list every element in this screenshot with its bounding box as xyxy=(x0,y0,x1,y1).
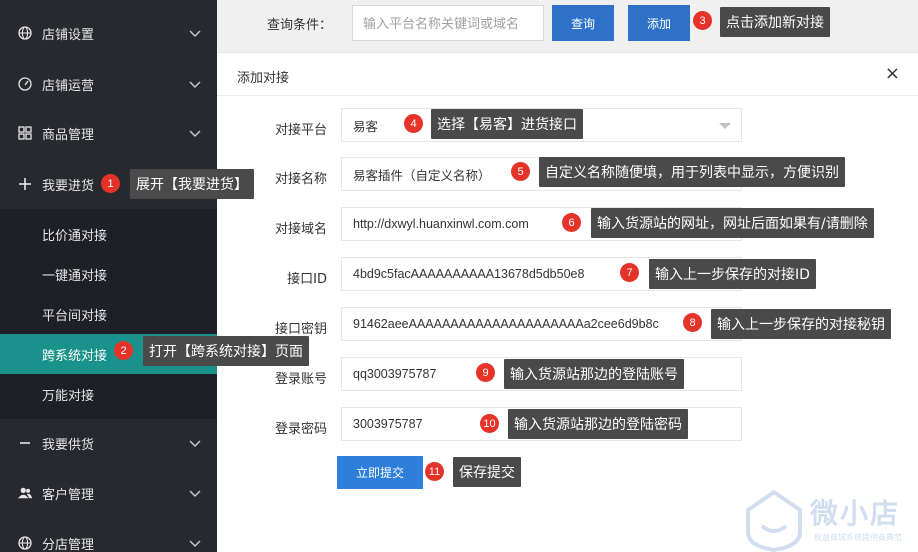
subitem-label: 平台间对接 xyxy=(42,308,108,324)
step-tip: 打开【跨系统对接】页面 xyxy=(143,336,309,366)
field-label-account: 登录账号 xyxy=(274,372,327,387)
nav-label: 商品管理 xyxy=(42,127,95,143)
nav-item-customer-management[interactable]: 客户管理 xyxy=(0,471,217,515)
api-key-field[interactable]: 91462aeeAAAAAAAAAAAAAAAAAAAAAa2cee6d9b8c xyxy=(341,307,742,341)
submit-button[interactable]: 立即提交 xyxy=(337,456,423,489)
step-badge: 8 xyxy=(683,313,702,332)
plus-icon xyxy=(18,177,32,191)
search-button[interactable]: 查询 xyxy=(552,5,614,41)
query-label: 查询条件： xyxy=(267,18,333,33)
nav-item-store-settings[interactable]: 店铺设置 xyxy=(0,11,217,55)
query-input[interactable] xyxy=(352,5,544,41)
subitem-label: 跨系统对接 xyxy=(42,348,108,364)
subitem-label: 万能对接 xyxy=(42,388,95,404)
field-value: qq3003975787 xyxy=(353,367,437,381)
step-tip: 输入上一步保存的对接ID xyxy=(649,259,816,289)
field-value: 4bd9c5facAAAAAAAAAA13678d5db50e8 xyxy=(353,267,585,281)
field-value: http://dxwyl.huanxinwl.com.com xyxy=(353,217,529,231)
platform-value: 易客 xyxy=(353,119,379,134)
nav-label: 我要进货 xyxy=(42,178,95,194)
subitem-yijiantong[interactable]: 一键通对接 xyxy=(0,254,217,294)
nav-label: 我要供货 xyxy=(42,437,95,453)
subitem-label: 比价通对接 xyxy=(42,228,108,244)
nav-label: 店铺设置 xyxy=(42,27,95,43)
modal-header: 添加对接 × xyxy=(217,53,918,96)
sidebar: 店铺设置 店铺运营 商品管理 我要进货 比价通对接 一键通对接 平台间对接 跨系… xyxy=(0,0,217,552)
watermark-subtext: 权益商城系统提供商典范 xyxy=(814,533,902,542)
subitem-platform[interactable]: 平台间对接 xyxy=(0,294,217,334)
nav-item-store-operation[interactable]: 店铺运营 xyxy=(0,62,217,106)
chevron-down-icon xyxy=(189,78,201,93)
step-tip: 输入货源站那边的登陆账号 xyxy=(504,359,684,389)
field-label-api-key: 接口密钥 xyxy=(274,322,327,337)
step-tip: 输入上一步保存的对接秘钥 xyxy=(711,309,891,339)
step-tip: 选择【易客】进货接口 xyxy=(431,109,583,139)
field-label-password: 登录密码 xyxy=(274,422,327,437)
nav-label: 店铺运营 xyxy=(42,78,95,94)
step-badge: 9 xyxy=(476,363,495,382)
grid-icon xyxy=(18,126,32,140)
nav-label: 客户管理 xyxy=(42,487,95,503)
field-label-platform: 对接平台 xyxy=(274,123,327,138)
watermark-logo: 微小店 权益商城系统提供商典范 xyxy=(742,488,918,552)
chevron-down-icon xyxy=(189,537,201,552)
close-icon[interactable]: × xyxy=(885,65,900,83)
nav-item-product-management[interactable]: 商品管理 xyxy=(0,111,217,155)
step-badge: 2 xyxy=(114,341,133,360)
step-tip: 展开【我要进货】 xyxy=(130,169,254,199)
step-badge: 5 xyxy=(511,162,530,181)
users-icon xyxy=(18,486,32,500)
watermark-text: 微小店 xyxy=(810,497,901,530)
nav-label: 分店管理 xyxy=(42,537,95,552)
step-badge: 6 xyxy=(562,213,581,232)
field-value: 91462aeeAAAAAAAAAAAAAAAAAAAAAa2cee6d9b8c xyxy=(353,317,659,331)
purchase-submenu: 比价通对接 一键通对接 平台间对接 跨系统对接 万能对接 xyxy=(0,209,217,419)
step-badge: 4 xyxy=(404,114,423,133)
field-value: 3003975787 xyxy=(353,417,423,431)
step-badge: 10 xyxy=(480,414,499,433)
modal-title: 添加对接 xyxy=(237,71,290,86)
add-button[interactable]: 添加 xyxy=(628,5,690,41)
chevron-down-icon xyxy=(719,123,731,129)
step-tip: 输入货源站的网址，网址后面如果有/请删除 xyxy=(591,208,874,238)
field-label-api-id: 接口ID xyxy=(287,272,327,287)
chevron-down-icon xyxy=(189,437,201,452)
subitem-universal[interactable]: 万能对接 xyxy=(0,374,217,414)
step-badge: 3 xyxy=(693,11,712,30)
step-badge: 1 xyxy=(101,174,120,193)
step-badge: 11 xyxy=(425,462,444,481)
step-tip: 自定义名称随便填，用于列表中显示，方便识别 xyxy=(539,157,845,187)
step-tip: 点击添加新对接 xyxy=(720,7,830,37)
subitem-bijiatong[interactable]: 比价通对接 xyxy=(0,214,217,254)
step-tip: 保存提交 xyxy=(453,457,521,487)
chevron-down-icon xyxy=(189,127,201,142)
nav-item-supply[interactable]: 我要供货 xyxy=(0,421,217,465)
nav-item-branch-management[interactable]: 分店管理 xyxy=(0,521,217,552)
globe-icon xyxy=(18,536,32,550)
globe-icon xyxy=(18,26,32,40)
gauge-icon xyxy=(18,77,32,91)
chevron-down-icon xyxy=(189,487,201,502)
chevron-down-icon xyxy=(189,27,201,42)
step-tip: 输入货源站那边的登陆密码 xyxy=(508,409,688,439)
shield-icon xyxy=(746,489,802,552)
minus-icon xyxy=(18,436,32,450)
field-label-domain: 对接域名 xyxy=(274,222,327,237)
field-value: 易客插件（自定义名称） xyxy=(353,168,491,183)
subitem-label: 一键通对接 xyxy=(42,268,108,284)
step-badge: 7 xyxy=(620,263,639,282)
